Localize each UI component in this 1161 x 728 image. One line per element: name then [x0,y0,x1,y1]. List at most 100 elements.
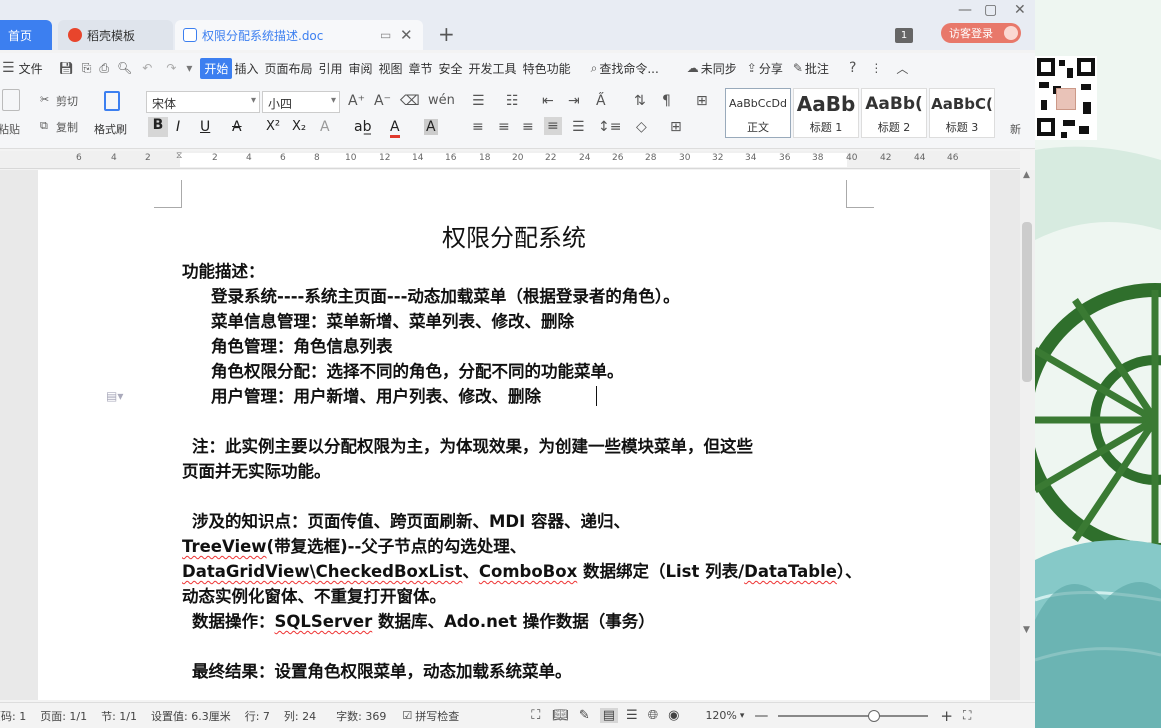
style-heading-1[interactable]: AaBb 标题 1 [793,88,859,138]
copy-label[interactable]: 复制 [56,119,78,135]
table-border-icon[interactable]: ⊞ [696,93,708,109]
font-size-select[interactable]: 小四 [262,91,340,113]
scroll-up-icon[interactable]: ▲ [1023,170,1030,180]
italic-button[interactable]: I [176,119,180,135]
paste-icon[interactable] [2,89,20,111]
visitor-login-button[interactable]: 访客登录 [941,23,1021,43]
export-icon[interactable]: ⎘ [82,61,92,76]
format-painter-label[interactable]: 格式刷 [94,121,127,137]
shading-icon[interactable]: ◇ [636,119,647,135]
knowledge-line-1[interactable]: 涉及的知识点：页面传值、跨页面刷新、MDI 容器、递归、 [192,512,630,532]
heading-func-desc[interactable]: 功能描述： [182,262,265,282]
knowledge-line-2[interactable]: TreeView(带复选框)--父子节点的勾选处理、 [182,537,526,557]
menu-security[interactable]: 安全 [439,60,463,77]
search-command[interactable]: 查找命令... [599,60,658,77]
document-page[interactable]: 权限分配系统 功能描述： 登录系统----系统主页面---动态加载菜单（根据登录… [38,170,990,700]
share-icon[interactable]: ⇪ [747,61,757,75]
status-page-code[interactable]: 页码: 1 [0,708,26,724]
write-mode-icon[interactable]: ✎ [579,708,590,723]
vertical-scrollbar[interactable]: ▲ ▼ [1020,170,1035,700]
chinese-layout-icon[interactable]: A̋ [596,93,606,109]
font-name-select[interactable]: 宋体 [146,91,260,113]
menu-view[interactable]: 视图 [379,60,403,77]
menu-reference[interactable]: 引用 [318,60,342,77]
search-icon[interactable]: ⌕ [591,61,598,76]
text-effect-icon[interactable]: A [320,119,330,135]
web-view-icon[interactable]: 🌐︎ [648,708,658,723]
tab-document[interactable]: 权限分配系统描述.doc ▭ ✕ [175,20,423,50]
cut-label[interactable]: 剪切 [56,93,78,109]
fullscreen-icon[interactable]: ⛶ [531,708,540,723]
close-window-icon[interactable]: ✕ [1014,2,1026,18]
zoom-in-icon[interactable]: + [940,707,953,725]
sort-icon[interactable]: ⇅ [634,93,646,109]
spell-error-sqlserver[interactable]: SQLServer [275,612,373,631]
spell-error-treeview[interactable]: TreeView [182,537,267,556]
number-list-icon[interactable]: ☷ [506,93,519,109]
menu-start[interactable]: 开始 [200,57,233,79]
strikethrough-button[interactable]: A [232,119,242,135]
annotate-label[interactable]: 批注 [805,60,829,77]
more-icon[interactable]: ▾ [186,61,192,75]
screen-icon[interactable]: ▭ [380,28,391,42]
border-icon[interactable]: ⊞ [670,119,682,135]
new-tab-button[interactable]: + [438,22,455,46]
style-heading-3[interactable]: AaBbC( 标题 3 [929,88,995,138]
result-line[interactable]: 最终结果：设置角色权限菜单，动态加载系统菜单。 [192,662,572,682]
spell-check-label[interactable]: 拼写检查 [415,708,459,724]
increase-indent-icon[interactable]: ⇥ [568,93,580,109]
func-line[interactable]: 登录系统----系统主页面---动态加载菜单（根据登录者的角色）。 [211,287,680,307]
clear-format-icon[interactable]: ⌫ [400,93,420,109]
document-area[interactable]: 权限分配系统 功能描述： 登录系统----系统主页面---动态加载菜单（根据登录… [0,170,1020,700]
document-title[interactable]: 权限分配系统 [38,218,990,253]
menu-features[interactable]: 特色功能 [523,60,571,77]
print-icon[interactable]: ⎙ [99,61,109,76]
zoom-dropdown-icon[interactable]: ▾ [740,711,745,721]
paragraph-handle-icon[interactable]: ▤▾ [106,389,123,403]
zoom-level[interactable]: 120% [705,709,736,722]
justify-icon[interactable]: ≡ [544,117,562,135]
collapse-ribbon-icon[interactable]: ︿ [896,60,908,77]
indent-marker-icon[interactable]: ⧖ [176,151,182,161]
help-icon[interactable]: ? [849,60,856,76]
knowledge-line-3[interactable]: DataGridView\CheckedBoxList、ComboBox 数据绑… [182,562,862,582]
preview-icon[interactable]: 🔍︎ [117,61,132,75]
align-left-icon[interactable]: ≡ [472,119,484,135]
status-setting[interactable]: 设置值: 6.3厘米 [151,708,231,724]
horizontal-ruler[interactable]: 6 4 2 2 4 6 8 10 12 14 16 18 20 22 24 26… [0,151,1020,169]
unsync-label[interactable]: 未同步 [701,60,737,77]
spell-error-combobox[interactable]: ComboBox [479,562,577,581]
page-view-icon[interactable]: ▤ [599,708,619,723]
bullet-list-icon[interactable]: ☰ [472,93,485,109]
zoom-out-icon[interactable]: — [754,708,768,724]
share-label[interactable]: 分享 [759,60,783,77]
status-section[interactable]: 节: 1/1 [101,708,137,724]
copy-icon[interactable]: ⧉ [40,119,48,133]
menu-layout[interactable]: 页面布局 [264,60,312,77]
underline-button[interactable]: U [200,119,210,135]
style-heading-2[interactable]: AaBb( 标题 2 [861,88,927,138]
maximize-icon[interactable]: ▢ [984,2,997,18]
menu-chapter[interactable]: 章节 [409,60,433,77]
status-col[interactable]: 列: 24 [284,708,316,724]
note-line-2[interactable]: 页面并无实际功能。 [182,462,331,482]
zoom-slider-knob[interactable] [868,709,881,722]
shrink-font-icon[interactable]: A⁻ [374,93,391,109]
eye-care-icon[interactable]: ◉ [668,708,679,723]
format-painter-icon[interactable] [104,91,120,111]
char-shading-icon[interactable]: A [424,119,438,135]
annotate-icon[interactable]: ✎ [793,61,803,75]
decrease-indent-icon[interactable]: ⇤ [542,93,554,109]
cloud-icon[interactable]: ☁ [687,61,699,75]
menu-insert[interactable]: 插入 [234,60,258,77]
data-operation-line[interactable]: 数据操作：SQLServer 数据库、Ado.net 操作数据（事务） [192,612,655,632]
redo-icon[interactable]: ↷ [166,61,176,75]
distributed-icon[interactable]: ☰ [572,119,585,135]
func-line[interactable]: 角色权限分配：选择不同的角色，分配不同的功能菜单。 [211,362,624,382]
func-line[interactable]: 菜单信息管理：菜单新增、菜单列表、修改、删除 [211,312,574,332]
window-count-badge[interactable]: 1 [895,28,913,43]
style-normal[interactable]: AaBbCcDd 正文 [725,88,791,138]
menu-devtools[interactable]: 开发工具 [469,60,517,77]
spell-error-datatable[interactable]: DataTable [744,562,837,581]
read-mode-icon[interactable]: 📖︎ [552,708,569,723]
